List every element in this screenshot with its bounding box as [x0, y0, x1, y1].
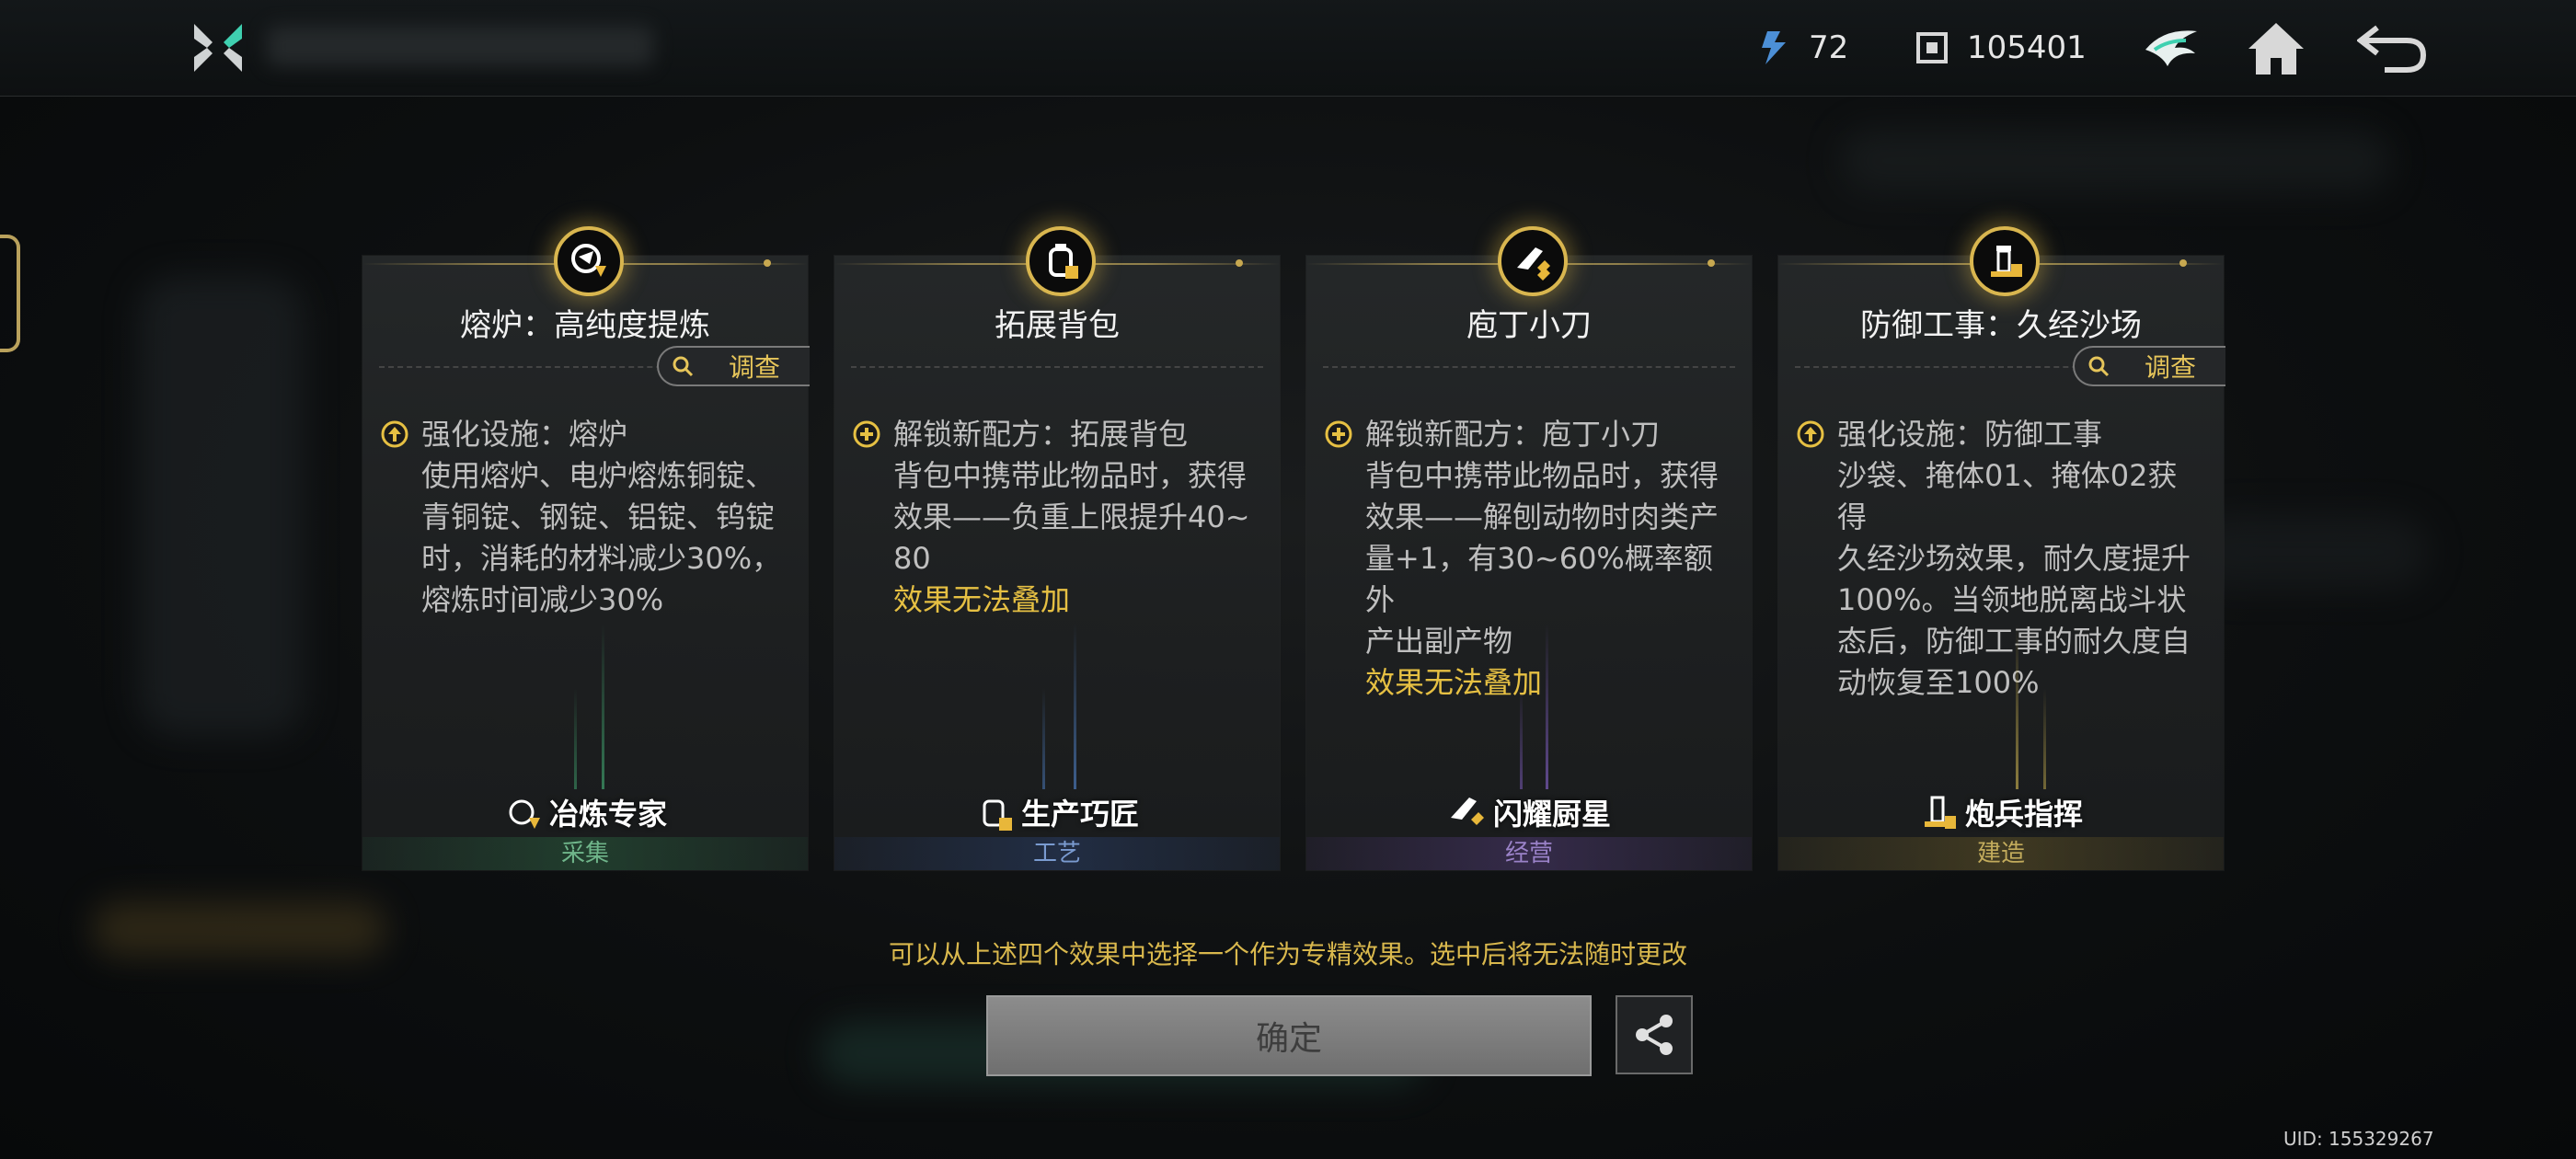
furnace-badge-icon — [554, 226, 624, 296]
confirm-button[interactable]: 确定 — [986, 995, 1592, 1076]
energy-crystal-icon — [1755, 29, 1792, 66]
investigate-label: 调查 — [2145, 352, 2197, 383]
smelting-expert-icon — [509, 799, 540, 829]
star-chef-icon — [1450, 798, 1484, 825]
selection-hint: 可以从上述四个效果中选择一个作为专精效果。选中后将无法随时更改 — [888, 939, 1687, 970]
specialization-card-knife[interactable]: 庖丁小刀 解锁新配方：庖丁小刀 背包中携带此物品时，获得 效果——解刨动物时肉类… — [1306, 226, 1752, 870]
effect-description: 背包中携带此物品时，获得 效果——解刨动物时肉类产 量+1，有30~60%概率额… — [1365, 458, 1719, 659]
unlock-plus-icon — [853, 420, 880, 448]
effect-warning: 效果无法叠加 — [1365, 665, 1543, 700]
blurred-page-title — [267, 26, 653, 66]
side-tab-handle[interactable] — [0, 235, 20, 352]
upgrade-arrow-icon — [381, 420, 408, 448]
category-label: 经营 — [1306, 837, 1752, 870]
effect-headline: 解锁新配方：庖丁小刀 — [1365, 417, 1661, 452]
effect-description: 沙袋、掩体01、掩体02获得 久经沙场效果，耐久度提升 100%。当领地脱离战斗… — [1837, 458, 2191, 700]
profession-title: 冶炼专家 — [362, 791, 808, 833]
backpack-badge-icon — [1026, 226, 1096, 296]
category-label: 建造 — [1778, 837, 2224, 870]
card-title: 庖丁小刀 — [1466, 307, 1592, 344]
investigate-button[interactable]: 调查 — [2073, 346, 2225, 386]
effect-headline: 强化设施：熔炉 — [421, 417, 628, 452]
share-button[interactable] — [1616, 995, 1693, 1074]
effect-description: 背包中携带此物品时，获得 效果——负重上限提升40~ 80 — [893, 458, 1250, 576]
top-bar: 72 105401 — [0, 0, 2576, 97]
category-label: 工艺 — [834, 837, 1280, 870]
profession-title: 生产巧匠 — [834, 791, 1280, 833]
user-id: UID: 155329267 — [2283, 1128, 2434, 1150]
home-button[interactable] — [2237, 13, 2315, 83]
profession-title: 炮兵指挥 — [1778, 791, 2224, 833]
unlock-plus-icon — [1325, 420, 1352, 448]
specialization-card-backpack[interactable]: 拓展背包 解锁新配方：拓展背包 背包中携带此物品时，获得 效果——负重上限提升4… — [834, 226, 1280, 870]
back-button[interactable] — [2355, 13, 2432, 83]
investigate-button[interactable]: 调查 — [657, 346, 810, 386]
confirm-label: 确定 — [1255, 1020, 1322, 1058]
guild-emblem-button[interactable] — [2133, 13, 2210, 83]
search-icon — [2088, 356, 2110, 377]
artillery-commander-icon — [1924, 796, 1956, 829]
effect-description: 使用熔炉、电炉熔炼铜锭、 青铜锭、钢锭、铝锭、钨锭 时，消耗的材料减少30%， … — [421, 458, 782, 617]
specialization-card-fortification[interactable]: 防御工事：久经沙场 调查 强化设施：防御工事 沙袋、掩体01、掩体02获得 久经… — [1778, 226, 2225, 870]
share-icon — [1636, 1015, 1673, 1055]
currency-resource: 105401 — [1914, 22, 2087, 74]
knife-badge-icon — [1498, 226, 1568, 296]
effect-headline: 解锁新配方：拓展背包 — [893, 417, 1189, 452]
effect-headline: 强化设施：防御工事 — [1837, 417, 2103, 452]
currency-value: 105401 — [1967, 29, 2087, 66]
upgrade-arrow-icon — [1797, 420, 1824, 448]
card-title: 拓展背包 — [995, 307, 1120, 344]
specialization-card-smelting[interactable]: 熔炉：高纯度提炼 调查 强化设施：熔炉 使用熔炉、电炉熔炼铜锭、 青铜锭、钢锭、… — [362, 226, 810, 870]
tower-badge-icon — [1970, 226, 2040, 296]
card-title: 防御工事：久经沙场 — [1860, 307, 2142, 344]
investigate-label: 调查 — [729, 352, 781, 383]
search-icon — [673, 356, 694, 377]
production-artisan-icon — [983, 799, 1012, 831]
category-label: 采集 — [362, 837, 808, 870]
currency-chip-icon — [1914, 29, 1950, 66]
energy-value: 72 — [1809, 29, 1849, 66]
energy-resource: 72 — [1755, 22, 1848, 74]
game-logo-icon — [189, 18, 247, 77]
card-title: 熔炉：高纯度提炼 — [460, 307, 710, 344]
profession-title: 闪耀厨星 — [1306, 791, 1752, 833]
effect-warning: 效果无法叠加 — [893, 582, 1071, 617]
